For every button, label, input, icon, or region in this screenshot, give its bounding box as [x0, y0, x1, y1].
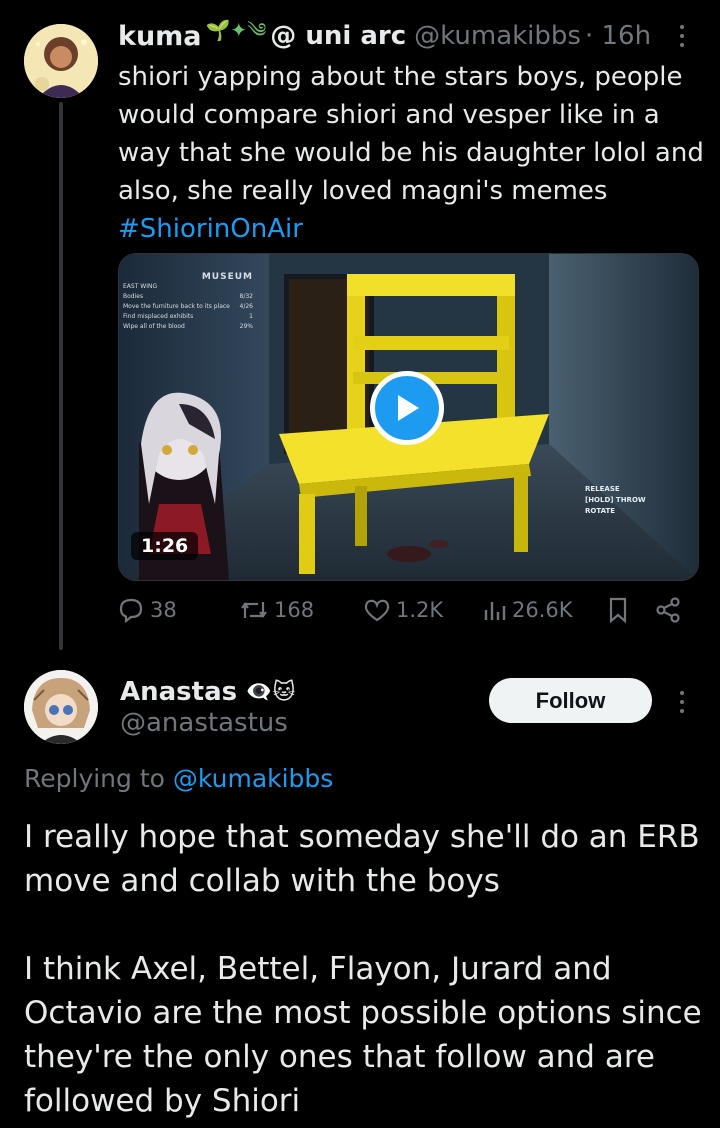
hud-task-1: Bodies 8/32: [123, 292, 253, 302]
tweet-header: kuma 🌱✦༄ @ uni arc @kumakibbs · 16h: [118, 18, 651, 54]
control-release: RELEASE: [585, 485, 620, 493]
author-display-name[interactable]: kuma: [118, 21, 202, 52]
reply-paragraph-1: I really hope that someday she'll do an …: [24, 819, 700, 899]
tweet-body: shiori yapping about the stars boys, peo…: [118, 62, 704, 206]
hud-title: MUSEUM: [201, 272, 253, 282]
author-name-emojis: 🌱✦༄: [205, 18, 267, 42]
reply-display-name[interactable]: Anastas: [120, 677, 237, 707]
share-action[interactable]: [654, 596, 682, 624]
hud-task-4: Wipe all of the blood 29%: [123, 322, 253, 332]
replying-to-handle[interactable]: @kumakibbs: [173, 764, 333, 793]
control-rotate: ROTATE: [585, 507, 616, 515]
avatar-kuma[interactable]: [24, 24, 98, 98]
more-dots-icon: [680, 691, 684, 695]
hud-task-count: 8/32: [239, 293, 253, 300]
reply-name-emojis: 👁‍🗨🐱: [245, 679, 296, 705]
bookmark-action[interactable]: [606, 596, 630, 624]
play-button[interactable]: [370, 371, 444, 445]
hud-section: EAST WING: [123, 283, 158, 290]
avatar-anastas-image: [24, 670, 98, 744]
avatar-anastas[interactable]: [24, 670, 98, 744]
tweet-hashtag[interactable]: #ShiorinOnAir: [118, 210, 708, 248]
avatar-kuma-image: [24, 24, 98, 98]
reply-icon: [119, 598, 143, 624]
reply-paragraph-2: I think Axel, Bettel, Flayon, Jurard and…: [24, 951, 702, 1119]
hud-task-3: Find misplaced exhibits 1: [123, 312, 253, 322]
replying-to-prefix: Replying to: [24, 764, 165, 793]
like-count: 1.2K: [396, 598, 444, 622]
reply-author-row: Anastas 👁‍🗨🐱: [120, 674, 295, 710]
reply-count: 38: [150, 598, 177, 622]
thread-connector-line: [59, 102, 63, 650]
heart-icon: [364, 599, 390, 622]
like-action[interactable]: 1.2K: [362, 596, 443, 624]
more-dots-icon: [680, 25, 684, 29]
repost-count: 168: [274, 598, 315, 622]
views-action[interactable]: 26.6K: [482, 596, 573, 624]
repost-action[interactable]: 168: [238, 596, 314, 624]
tweet-text: shiori yapping about the stars boys, peo…: [118, 58, 708, 248]
tweet-actions: 38 168 1.2K 26.6K: [116, 596, 696, 632]
more-dot: [680, 43, 684, 47]
tweet-timestamp[interactable]: · 16h: [585, 21, 651, 51]
tweet-more-button[interactable]: [672, 22, 692, 50]
hud-task-label: Bodies: [123, 293, 144, 300]
play-icon: [398, 395, 419, 421]
video-duration-badge: 1:26: [131, 532, 199, 560]
views-icon: [484, 602, 506, 620]
control-throw: [HOLD] THROW: [585, 496, 646, 504]
more-dot: [680, 709, 684, 713]
reply-body: I really hope that someday she'll do an …: [24, 815, 704, 1123]
more-dot: [680, 34, 684, 38]
reply-more-button[interactable]: [672, 688, 692, 716]
more-dot: [680, 700, 684, 704]
author-name-suffix: @ uni arc: [270, 21, 407, 51]
hud-task-label: Wipe all of the blood: [123, 323, 185, 330]
view-count: 26.6K: [512, 598, 573, 622]
hud-task-label: Find misplaced exhibits: [123, 313, 194, 320]
hud-task-2: Move the furniture back to its place 4/2…: [123, 302, 253, 312]
hud-task-label: Move the furniture back to its place: [123, 303, 230, 310]
bookmark-icon: [609, 597, 627, 624]
replying-to: Replying to @kumakibbs: [24, 764, 333, 793]
follow-button[interactable]: Follow: [489, 678, 652, 723]
hud-task-count: 4/26: [239, 303, 253, 310]
reply-handle[interactable]: @anastastus: [120, 708, 288, 738]
repost-icon: [241, 602, 267, 618]
author-handle[interactable]: @kumakibbs: [414, 21, 581, 51]
tweet-video[interactable]: MUSEUM EAST WING Bodies 8/32 Move the fu…: [118, 253, 699, 581]
game-controls-hint: RELEASE [HOLD] THROW ROTATE: [585, 484, 646, 517]
hud-task-count: 1: [249, 313, 253, 320]
reply-action[interactable]: 38: [116, 596, 177, 624]
hud-task-count: 29%: [239, 323, 253, 330]
game-hud: MUSEUM EAST WING Bodies 8/32 Move the fu…: [123, 272, 253, 332]
share-icon: [656, 597, 680, 623]
